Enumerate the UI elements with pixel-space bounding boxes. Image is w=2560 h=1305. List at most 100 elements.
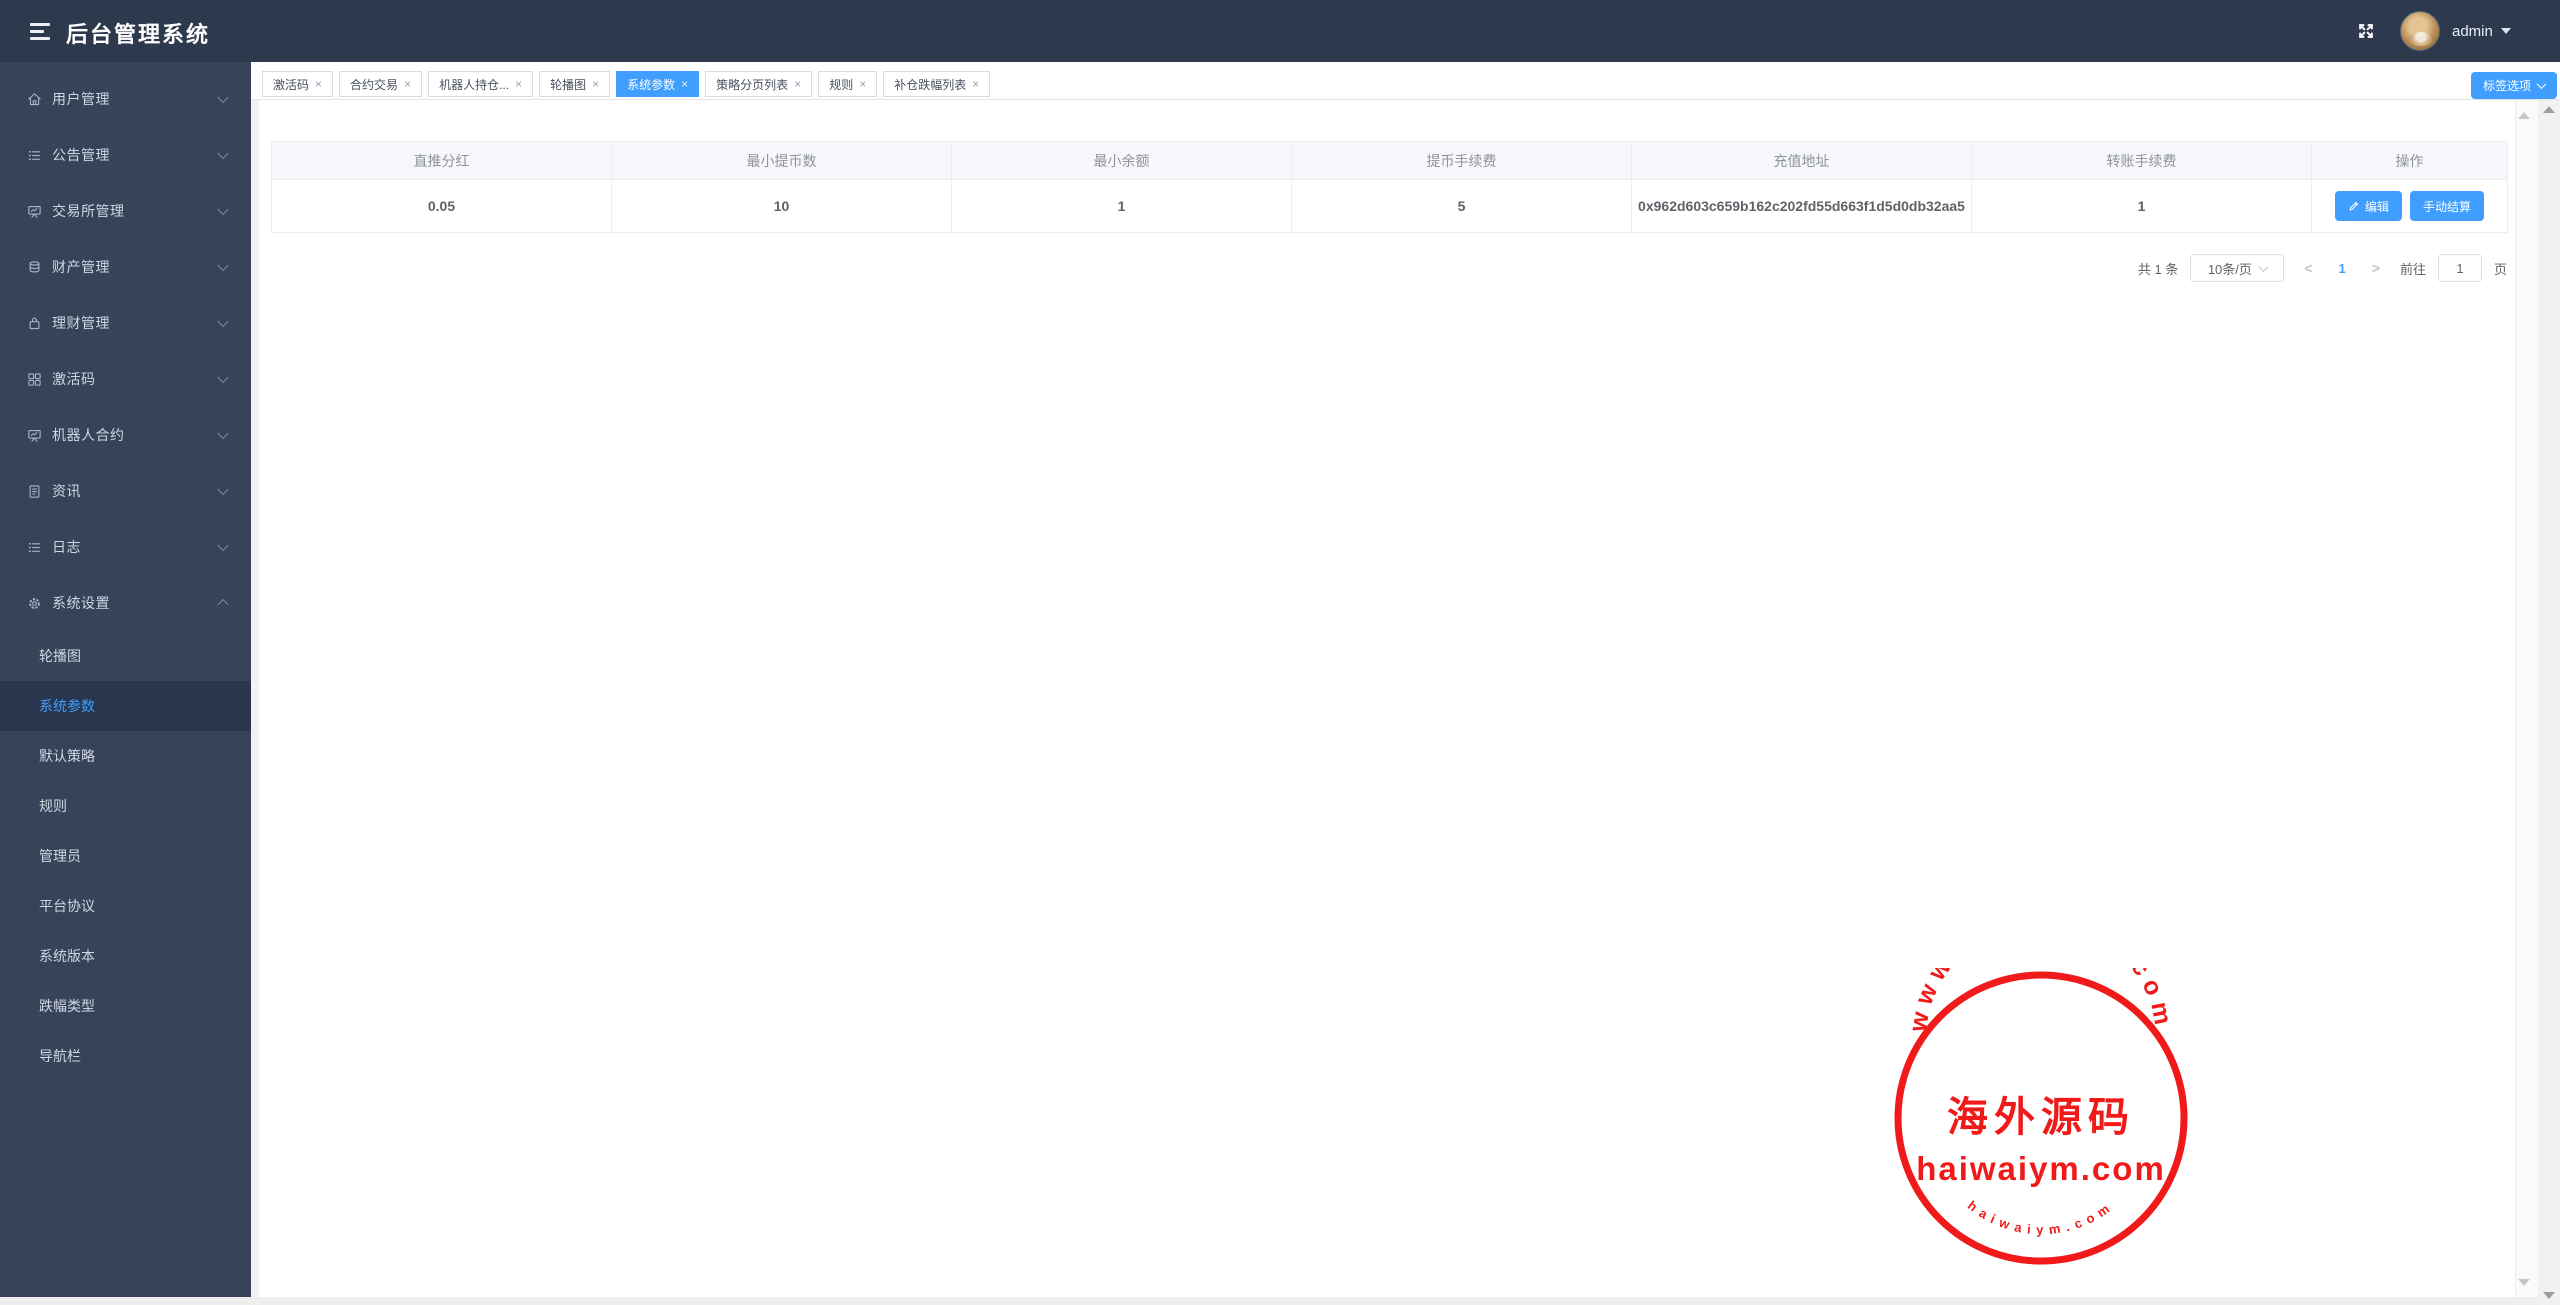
current-page[interactable]: 1 [2333,261,2352,276]
list-icon [28,150,41,160]
submenu-item-carousel[interactable]: 轮播图 [0,631,251,681]
fullscreen-icon[interactable] [2356,21,2376,41]
sidebar-item-news[interactable]: 资讯 [0,463,251,519]
bag-icon [29,317,40,329]
close-icon[interactable]: × [794,78,801,90]
edit-button[interactable]: 编辑 [2334,191,2402,221]
chevron-down-icon [2536,79,2547,90]
sidebar-item-system-settings[interactable]: 系统设置 [0,575,251,631]
caret-down-icon [2500,28,2511,34]
goto-page-input[interactable] [2437,254,2482,282]
tab-carousel[interactable]: 轮播图 × [539,71,611,97]
avatar[interactable] [2400,11,2440,51]
submenu-item-admins[interactable]: 管理员 [0,831,251,881]
sidebar-item-label: 公告管理 [52,147,110,163]
cell-actions: 编辑 手动结算 [2311,179,2508,233]
total-count: 共 1 条 [2137,261,2179,277]
next-page-button[interactable]: > [2364,260,2388,276]
tab-label: 激活码 [273,77,310,92]
table-row: 0.05 10 1 5 0x962d603c659b162c202fd55d66… [271,179,2508,233]
tab-contract-trade[interactable]: 合约交易 × [339,71,423,97]
sidebar-item-announcement-mgmt[interactable]: 公告管理 [0,127,251,183]
submenu-label: 跌幅类型 [39,998,95,1014]
tab-rules[interactable]: 规则 × [818,71,878,97]
submenu-item-system-params[interactable]: 系统参数 [0,681,251,731]
sidebar-item-user-mgmt[interactable]: 用户管理 [0,71,251,127]
chevron-down-icon [2258,261,2269,272]
tag-options-button[interactable]: 标签选项 [2470,72,2557,99]
submenu-label: 平台协议 [39,898,95,914]
close-icon[interactable]: × [681,78,688,90]
route-tabs-bar: 激活码 × 合约交易 × 机器人持仓... × 轮播图 × 系统参数 × 策略分页列表 × … [251,62,2560,100]
system-params-table: 直推分红 最小提币数 最小余额 提币手续费 充值地址 转账手续费 操作 0.05… [271,141,2508,233]
col-min-balance: 最小余额 [951,141,1292,180]
board-chart-icon [28,205,41,218]
sidebar-item-label: 日志 [52,539,81,555]
tab-system-params[interactable]: 系统参数 × [616,71,700,97]
submenu-item-navbar[interactable]: 导航栏 [0,1031,251,1081]
submenu-item-default-strategy[interactable]: 默认策略 [0,731,251,781]
col-withdraw-fee: 提币手续费 [1291,141,1632,180]
page-size-select[interactable]: 10条/页 [2190,254,2285,282]
home-icon [28,92,41,105]
pagination: 共 1 条 10条/页 < 1 > 前往 页 [271,254,2507,282]
user-menu[interactable]: admin [2452,0,2511,62]
cell-min-withdraw: 10 [611,179,952,233]
content-right-gutter [2515,100,2538,1297]
sidebar-item-logs[interactable]: 日志 [0,519,251,575]
manual-settle-button[interactable]: 手动结算 [2410,191,2485,221]
submenu-label: 管理员 [39,848,81,864]
close-icon[interactable]: × [972,78,979,90]
sidebar-nav: 用户管理 公告管理 交易所管理 财产管理 理财管理 激活码 机器人合约 资讯 日… [0,62,251,1297]
route-tabs: 激活码 × 合约交易 × 机器人持仓... × 轮播图 × 系统参数 × 策略分页列表 × … [262,71,991,97]
sidebar-item-exchange-mgmt[interactable]: 交易所管理 [0,183,251,239]
submenu-item-decline-type[interactable]: 跌幅类型 [0,981,251,1031]
close-icon[interactable]: × [859,78,866,90]
tab-label: 轮播图 [550,77,587,92]
tab-cover-decline-list[interactable]: 补仓跌幅列表 × [883,71,991,97]
list-icon [28,542,41,552]
content-left-gap [251,100,259,1297]
gear-icon [29,597,40,609]
close-icon[interactable]: × [404,78,411,90]
chevron-down-icon [217,539,229,552]
vertical-scrollbar[interactable] [2538,100,2560,1305]
sidebar-item-finance-mgmt[interactable]: 理财管理 [0,295,251,351]
submenu-item-platform-agreement[interactable]: 平台协议 [0,881,251,931]
sidebar-item-activation-code[interactable]: 激活码 [0,351,251,407]
sidebar-item-label: 系统设置 [52,595,110,611]
submenu-label: 默认策略 [39,748,95,764]
hamburger-menu-icon[interactable] [30,23,52,40]
tab-label: 机器人持仓... [439,77,510,92]
tab-strategy-page-list[interactable]: 策略分页列表 × [705,71,813,97]
page-unit: 页 [2493,261,2507,277]
horizontal-scrollbar[interactable] [0,1297,2560,1305]
close-icon[interactable]: × [592,78,599,90]
scrollbar-down-icon[interactable] [2543,1292,2555,1299]
chevron-up-icon [217,598,229,611]
chevron-down-icon [217,259,229,272]
cell-direct-dividend: 0.05 [271,179,612,233]
sidebar-item-robot-contract[interactable]: 机器人合约 [0,407,251,463]
tab-robot-position[interactable]: 机器人持仓... × [428,71,534,97]
database-icon [29,260,40,273]
inner-scrollbar-up-icon[interactable] [2518,112,2530,119]
inner-scrollbar-down-icon[interactable] [2518,1279,2530,1286]
manual-settle-label: 手动结算 [2423,199,2472,214]
submenu-label: 轮播图 [39,648,81,664]
tab-activation-code[interactable]: 激活码 × [262,71,334,97]
chevron-down-icon [217,483,229,496]
close-icon[interactable]: × [315,78,322,90]
close-icon[interactable]: × [515,78,522,90]
col-actions: 操作 [2311,141,2508,180]
chevron-down-icon [217,147,229,160]
prev-page-button[interactable]: < [2296,260,2320,276]
submenu-item-rules[interactable]: 规则 [0,781,251,831]
sidebar-item-label: 理财管理 [52,315,110,331]
sidebar-item-label: 机器人合约 [52,427,125,443]
scrollbar-up-icon[interactable] [2543,106,2555,113]
submenu-label: 导航栏 [39,1048,81,1064]
submenu-item-system-version[interactable]: 系统版本 [0,931,251,981]
sidebar-item-property-mgmt[interactable]: 财产管理 [0,239,251,295]
cell-withdraw-fee: 5 [1291,179,1632,233]
